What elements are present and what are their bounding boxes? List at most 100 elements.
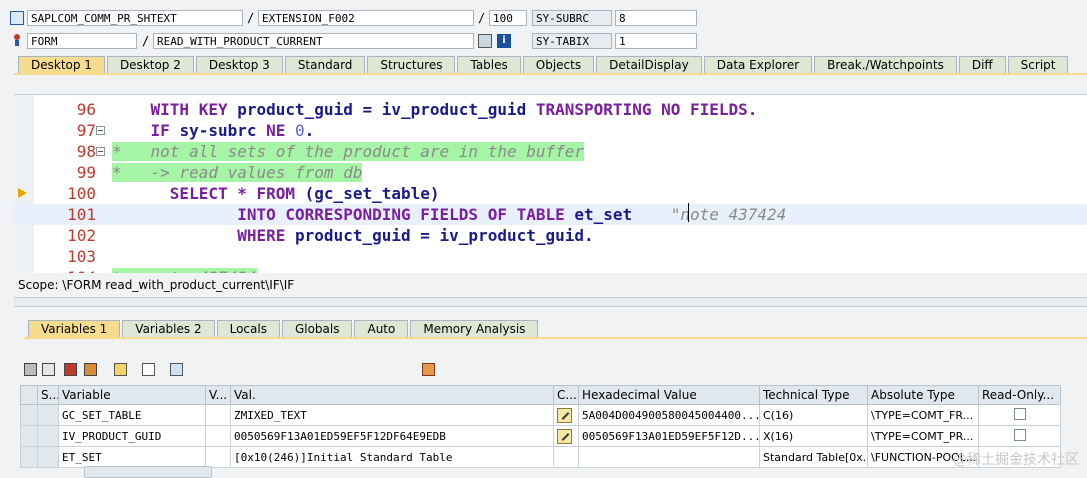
row-selector[interactable] xyxy=(20,425,38,447)
hierarchy-icon[interactable] xyxy=(114,363,127,376)
code-line[interactable]: 98 * not all sets of the product are in t… xyxy=(14,141,1087,162)
column-header[interactable]: V... xyxy=(205,385,231,405)
tab-objects[interactable]: Objects xyxy=(522,56,595,73)
value-cell[interactable]: 0050569F13A01ED59EF5F12DF64E9EDB xyxy=(230,425,554,447)
sy-subrc-value[interactable]: 8 xyxy=(615,10,697,26)
column-header[interactable]: Absolute Type xyxy=(867,385,979,405)
row-selector-header[interactable] xyxy=(20,385,38,405)
column-header[interactable]: S... xyxy=(37,385,59,405)
absolute-type-cell: \TYPE=COMT_PR... xyxy=(867,425,979,447)
line-number: 102 xyxy=(67,226,96,245)
fold-toggle-icon[interactable] xyxy=(96,147,105,156)
tab-auto[interactable]: Auto xyxy=(354,320,409,337)
tab-globals[interactable]: Globals xyxy=(281,320,353,337)
info-icon[interactable]: i xyxy=(497,34,511,48)
value-cell[interactable]: [0x10(246)]Initial Standard Table xyxy=(230,446,554,468)
line-number: 99 xyxy=(76,163,96,182)
edit-pencil-icon[interactable] xyxy=(557,428,572,444)
column-header[interactable]: Hexadecimal Value xyxy=(578,385,760,405)
sysfield-label: SY-SUBRC xyxy=(532,10,612,26)
table-row[interactable]: GC_SET_TABLE ZMIXED_TEXT 5A004D00490058004… xyxy=(20,404,1061,426)
column-header[interactable]: Variable xyxy=(58,385,206,405)
code-line[interactable]: 104 * note 437424 xyxy=(14,267,1087,273)
row-selector[interactable] xyxy=(20,404,38,426)
save-icon[interactable] xyxy=(422,363,435,376)
navigate-icon[interactable] xyxy=(142,363,155,376)
program-name-field[interactable]: SAPLCOM_COMM_PR_SHTEXT xyxy=(27,10,243,26)
tab-desktop-2[interactable]: Desktop 2 xyxy=(106,56,194,73)
separator: / xyxy=(247,11,255,25)
tab-desktop-3[interactable]: Desktop 3 xyxy=(195,56,283,73)
edit-pencil-icon[interactable] xyxy=(557,407,572,423)
tab-locals[interactable]: Locals xyxy=(216,320,280,337)
hex-value-cell: 0050569F13A01ED59EF5F12D... xyxy=(578,425,760,447)
code-line[interactable]: 100 SELECT * FROM (gc_set_table) xyxy=(14,183,1087,204)
event-type-field[interactable]: FORM xyxy=(27,33,137,49)
tab-variables-1[interactable]: Variables 1 xyxy=(28,320,121,337)
pane-splitter[interactable] xyxy=(14,297,1087,307)
variable-name-cell[interactable]: GC_SET_TABLE xyxy=(58,404,206,426)
delete-icon[interactable] xyxy=(24,363,37,376)
tab-structures[interactable]: Structures xyxy=(367,56,456,73)
code-line[interactable]: 99 * -> read values from db xyxy=(14,162,1087,183)
code-line[interactable]: 97 IF sy-subrc NE 0. xyxy=(14,120,1087,141)
line-number-field[interactable]: 100 xyxy=(489,10,527,26)
column-header[interactable]: Technical Type xyxy=(759,385,868,405)
table-row[interactable]: IV_PRODUCT_GUID 0050569F13A01ED59EF5F12DF… xyxy=(20,425,1061,447)
tab-variables-2[interactable]: Variables 2 xyxy=(122,320,215,337)
code-token: WHERE xyxy=(237,226,296,245)
code-line[interactable]: 103 xyxy=(14,246,1087,267)
code-text: WITH KEY product_guid = iv_product_guid … xyxy=(112,99,758,120)
tab-desktop-1[interactable]: Desktop 1 xyxy=(18,56,105,73)
save-variants-icon[interactable] xyxy=(64,363,77,376)
load-variants-icon[interactable] xyxy=(84,363,97,376)
code-token: * note 437424 xyxy=(112,268,257,273)
change-cell[interactable] xyxy=(553,446,579,468)
technical-type-cell: C(16) xyxy=(759,404,868,426)
tab-break-watchpoints[interactable]: Break./Watchpoints xyxy=(814,56,957,73)
tab-tables[interactable]: Tables xyxy=(457,56,521,73)
change-cell[interactable] xyxy=(553,425,579,447)
tab-script[interactable]: Script xyxy=(1007,56,1069,73)
row-selector[interactable] xyxy=(20,446,38,468)
code-line[interactable]: 102 WHERE product_guid = iv_product_guid… xyxy=(14,225,1087,246)
details-icon[interactable] xyxy=(42,363,55,376)
value-cell[interactable]: ZMIXED_TEXT xyxy=(230,404,554,426)
desktop-tab-bar: Desktop 1 Desktop 2 Desktop 3 Standard Struc… xyxy=(18,56,1070,74)
tab-data-explorer[interactable]: Data Explorer xyxy=(703,56,813,73)
column-header[interactable]: Read-Only... xyxy=(978,385,1061,405)
code-token: SELECT * FROM xyxy=(169,184,305,203)
line-number: 103 xyxy=(67,247,96,266)
display-source-icon[interactable] xyxy=(478,34,492,48)
horizontal-scrollbar[interactable] xyxy=(84,466,212,478)
column-header[interactable]: Val. xyxy=(230,385,554,405)
code-text: IF sy-subrc NE 0. xyxy=(112,120,315,141)
new-variable-icon[interactable] xyxy=(170,363,183,376)
visibility-cell xyxy=(205,446,231,468)
variable-name-cell[interactable]: ET_SET xyxy=(58,446,206,468)
table-row[interactable]: ET_SET [0x10(246)]Initial Standard Table S… xyxy=(20,446,1061,468)
include-name-field[interactable]: EXTENSION_F002 xyxy=(258,10,474,26)
tab-diff[interactable]: Diff xyxy=(958,56,1006,73)
tab-underline xyxy=(14,73,1087,75)
separator: / xyxy=(478,11,486,25)
source-code-editor[interactable]: 96 WITH KEY product_guid = iv_product_gu… xyxy=(14,94,1087,273)
code-token: sy-subrc xyxy=(179,121,257,140)
code-line[interactable]: 101 INTO CORRESPONDING FIELDS OF TABLE e… xyxy=(14,204,1087,225)
change-cell[interactable] xyxy=(553,404,579,426)
tab-detaildisplay[interactable]: DetailDisplay xyxy=(596,56,702,73)
code-token: iv_product_guid. xyxy=(439,226,594,245)
event-name-field[interactable]: READ_WITH_PRODUCT_CURRENT xyxy=(153,33,474,49)
tab-standard[interactable]: Standard xyxy=(284,56,366,73)
hex-value-cell xyxy=(578,446,760,468)
code-token: NE xyxy=(256,121,296,140)
code-token: * -> read values from db xyxy=(112,163,363,182)
fold-toggle-icon[interactable] xyxy=(96,126,105,135)
sy-tabix-value[interactable]: 1 xyxy=(615,33,697,49)
column-header[interactable]: C... xyxy=(553,385,579,405)
code-line[interactable]: 96 WITH KEY product_guid = iv_product_gu… xyxy=(14,99,1087,120)
variable-name-cell[interactable]: IV_PRODUCT_GUID xyxy=(58,425,206,447)
tab-memory-analysis[interactable]: Memory Analysis xyxy=(410,320,539,337)
